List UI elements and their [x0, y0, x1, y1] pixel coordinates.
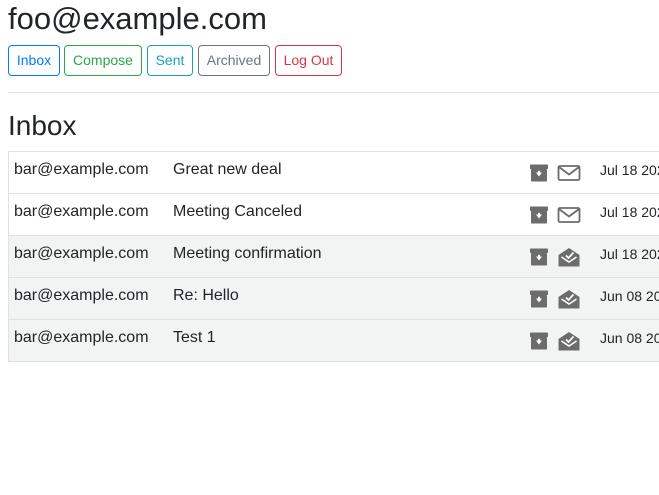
email-sender: bar@example.com: [14, 203, 149, 220]
user-email: foo@example.com: [8, 1, 267, 36]
archived-button[interactable]: Archived: [198, 45, 270, 76]
email-row[interactable]: bar@example.com Meeting Canceled Jul 18 …: [8, 194, 659, 236]
email-date: Jun 08 20: [600, 330, 659, 346]
email-subject: Re: Hello: [173, 287, 239, 304]
email-row[interactable]: bar@example.com Meeting confirmation Jul…: [8, 236, 659, 278]
archive-icon[interactable]: [529, 288, 551, 310]
compose-button[interactable]: Compose: [64, 45, 142, 76]
email-sender: bar@example.com: [14, 329, 149, 346]
mailbox-title: Inbox: [8, 110, 77, 141]
email-date: Jul 18 202: [600, 246, 659, 262]
archive-icon[interactable]: [529, 246, 551, 268]
archive-icon[interactable]: [529, 162, 551, 184]
log-out-button[interactable]: Log Out: [275, 45, 342, 76]
envelope-closed-icon[interactable]: [557, 162, 581, 184]
email-subject: Meeting Canceled: [173, 203, 302, 220]
email-row[interactable]: bar@example.com Test 1 Jun 08 20: [8, 320, 659, 362]
email-date: Jul 18 202: [600, 204, 659, 220]
envelope-closed-icon[interactable]: [557, 204, 581, 226]
inbox-button[interactable]: Inbox: [8, 45, 60, 76]
sent-button[interactable]: Sent: [147, 45, 193, 76]
envelope-open-icon[interactable]: [557, 246, 581, 268]
email-sender: bar@example.com: [14, 287, 149, 304]
email-subject: Great new deal: [173, 161, 282, 178]
email-row[interactable]: bar@example.com Great new deal Jul 18 20…: [8, 152, 659, 194]
archive-icon[interactable]: [529, 204, 551, 226]
archive-icon[interactable]: [529, 330, 551, 352]
email-sender: bar@example.com: [14, 245, 149, 262]
email-row[interactable]: bar@example.com Re: Hello Jun 08 20: [8, 278, 659, 320]
email-list: bar@example.com Great new deal Jul 18 20…: [8, 151, 659, 362]
email-subject: Meeting confirmation: [173, 245, 322, 262]
email-subject: Test 1: [173, 329, 216, 346]
envelope-open-icon[interactable]: [557, 330, 581, 352]
envelope-open-icon[interactable]: [557, 288, 581, 310]
header-divider: [8, 92, 659, 93]
email-date: Jul 18 202: [600, 162, 659, 178]
email-date: Jun 08 20: [600, 288, 659, 304]
email-sender: bar@example.com: [14, 161, 149, 178]
